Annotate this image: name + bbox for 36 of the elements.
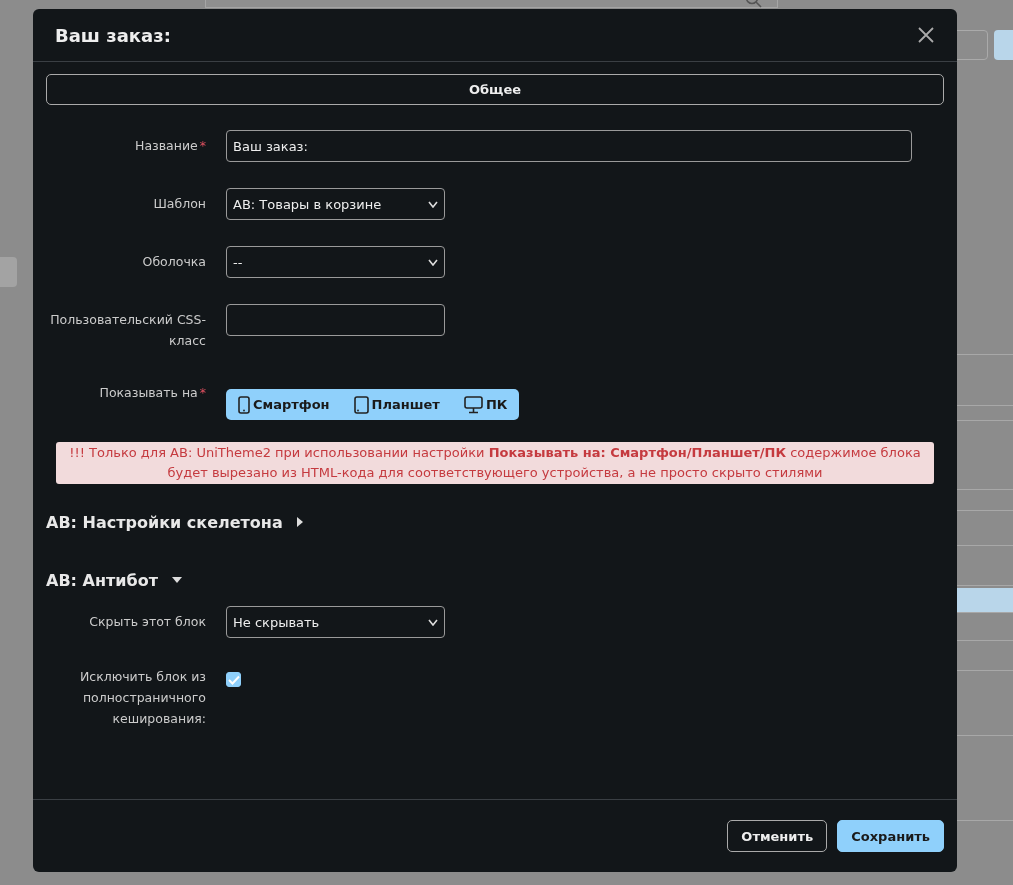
input-field[interactable]	[226, 304, 445, 336]
caret-right-icon	[296, 517, 303, 527]
required-marker: *	[199, 138, 206, 153]
input-field[interactable]: Ваш заказ:	[226, 130, 912, 162]
section-toggle[interactable]: AB: Настройки скелетона	[46, 510, 303, 534]
field-label: Пользовательский CSS-класс	[49, 311, 206, 350]
close-icon	[917, 26, 935, 44]
field-label: Исключить блок из полностраничного кеширования:	[78, 668, 206, 728]
dialog-title: Ваш заказ:	[55, 24, 171, 46]
section-toggle[interactable]: AB: Антибот	[46, 568, 182, 592]
monitor-icon	[463, 395, 483, 414]
caret-down-icon	[171, 577, 182, 583]
tab[interactable]: Общее	[46, 74, 944, 105]
smartphone-icon	[238, 395, 250, 414]
chevron-down-icon	[428, 258, 438, 266]
close-button[interactable]	[917, 26, 935, 44]
chevron-down-icon	[428, 200, 438, 208]
field-label: Шаблон	[152, 195, 206, 213]
field-label: Скрыть этот блок	[88, 613, 206, 631]
select-field[interactable]: Не скрывать	[226, 606, 445, 638]
field-label: Показывать на *	[98, 384, 206, 402]
field-label: Оболочка	[141, 253, 206, 271]
select-field[interactable]: --	[226, 246, 445, 278]
cancel-button[interactable]: Отменить	[727, 820, 828, 852]
field-label: Название *	[134, 137, 206, 155]
checkbox[interactable]	[226, 672, 241, 687]
warning-message: !!! Только для AB: UniTheme2 при использовании настройки Показывать на: Смартфон/Планшет/ПК содержимое блока будет вырезано из HTML-кода для соответствующего устройства, а не просто скрыто стилями	[56, 442, 934, 484]
save-button[interactable]: Сохранить	[837, 820, 944, 852]
chevron-down-icon	[428, 618, 438, 626]
device-toggle[interactable]: Смартфон	[226, 389, 342, 420]
required-marker: *	[199, 385, 206, 400]
table-row	[957, 588, 1013, 612]
device-toggle[interactable]: Планшет	[341, 389, 452, 420]
select-field[interactable]: AB: Товары в корзине	[226, 188, 445, 220]
tablet-icon	[353, 395, 369, 414]
device-toggle[interactable]: ПК	[451, 389, 520, 420]
